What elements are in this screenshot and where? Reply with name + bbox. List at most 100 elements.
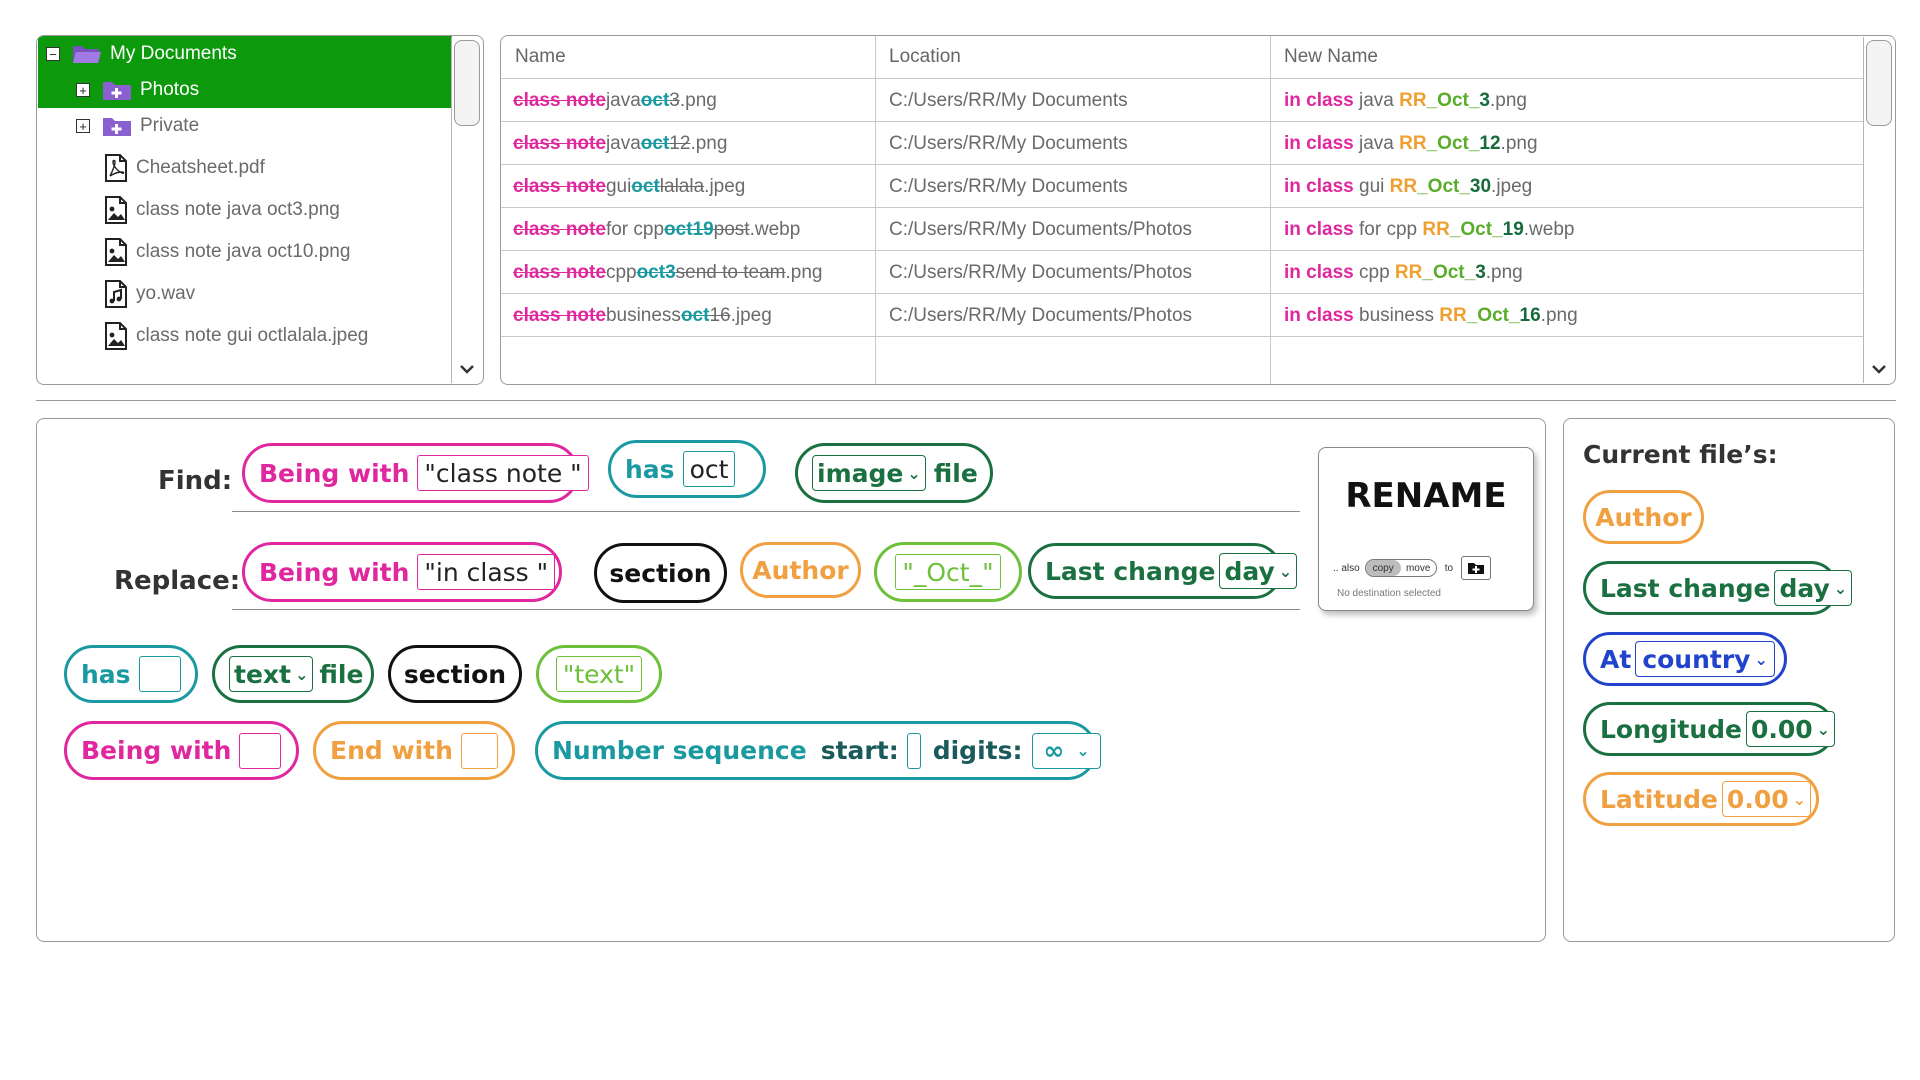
literal-part: _Oct_ <box>1426 132 1480 154</box>
current-last-change-chip[interactable]: Last change day ⌄ <box>1583 561 1853 615</box>
table-row[interactable]: class note cpp oct3 send to team.png C:/U… <box>501 250 1865 294</box>
palette-begin-input[interactable] <box>239 732 282 769</box>
column-header-new-name[interactable]: New Name <box>1270 36 1844 78</box>
chip-label: At <box>1600 644 1632 674</box>
removed-text: 12.png <box>669 133 727 155</box>
chip-label: file <box>319 659 364 689</box>
extension: .png <box>1489 89 1527 111</box>
tree-item[interactable]: Cheatsheet.pdf <box>38 150 452 186</box>
current-longitude-select[interactable]: 0.00 ⌄ <box>1745 711 1836 747</box>
palette-text-literal-chip[interactable]: "text" <box>536 645 662 703</box>
palette-end-input[interactable] <box>460 732 498 769</box>
palette-has-input[interactable] <box>138 656 181 692</box>
rename-button[interactable]: RENAME .. also copy move to No destinati… <box>1318 447 1534 611</box>
new-prefix: in class <box>1284 175 1354 197</box>
digits-select[interactable]: ∞ ⌄ <box>1032 732 1101 769</box>
palette-file-type-chip[interactable]: text ⌄ file <box>212 645 374 703</box>
replace-text-literal-chip[interactable]: "_Oct_" <box>874 542 1022 602</box>
column-header-location[interactable]: Location <box>875 36 1284 78</box>
matched-contains: oct3 <box>636 261 676 283</box>
tree-item[interactable]: + Photos <box>38 72 452 108</box>
select-value: text <box>234 659 291 689</box>
tree-item-label: Private <box>140 115 200 136</box>
cell-name: class note business oct 16.jpeg <box>513 294 772 337</box>
digits-label: digits: <box>932 736 1023 765</box>
tree-item[interactable]: class note java oct3.png <box>38 192 452 228</box>
replace-section-chip[interactable]: section <box>594 543 727 603</box>
removed-part: 3 <box>669 89 680 111</box>
current-author-chip[interactable]: Author <box>1583 490 1704 544</box>
current-last-change-select[interactable]: day ⌄ <box>1774 570 1853 606</box>
new-prefix: in class <box>1284 132 1354 154</box>
tree-item[interactable]: − My Documents <box>38 36 452 72</box>
tree-item[interactable]: yo.wav <box>38 276 452 312</box>
day-part: 30 <box>1469 175 1492 197</box>
cell-name: class note for cpp oct19 post.webp <box>513 208 800 251</box>
file-type-select[interactable]: image ⌄ <box>812 455 926 491</box>
chip-label: Being with <box>81 736 232 765</box>
sequence-start-input[interactable] <box>906 732 921 769</box>
table-row[interactable]: class note business oct 16.jpeg C:/Users/R… <box>501 293 1865 337</box>
table-row[interactable]: class note for cpp oct19 post.webp C:/Use… <box>501 207 1865 251</box>
palette-has-chip[interactable]: has <box>64 645 198 703</box>
collapse-icon[interactable]: − <box>46 47 60 61</box>
expand-icon[interactable]: + <box>76 119 90 133</box>
tree-scrollbar[interactable] <box>451 37 482 383</box>
table-row[interactable]: class note gui oct lalala.jpeg C:/Users/RR… <box>501 164 1865 208</box>
find-has-value-input[interactable]: oct <box>682 451 736 487</box>
header-label: Location <box>889 46 961 67</box>
palette-end-with-chip[interactable]: End with <box>313 721 515 780</box>
find-begin-value-input[interactable]: "class note " <box>417 455 589 491</box>
find-file-type-chip[interactable]: image ⌄ file <box>795 443 993 503</box>
replace-text-literal-input[interactable]: "_Oct_" <box>895 554 1001 590</box>
chip-label: Last change <box>1045 556 1216 586</box>
day-part: 12 <box>1479 132 1501 154</box>
replace-author-chip[interactable]: Author <box>740 542 861 598</box>
literal-part: _Oct_ <box>1422 261 1476 283</box>
kept-text: cpp <box>1353 261 1395 283</box>
copy-move-toggle[interactable]: copy move <box>1364 559 1437 577</box>
palette-section-chip[interactable]: section <box>388 645 522 703</box>
replace-last-change-chip[interactable]: Last change day ⌄ <box>1028 543 1298 599</box>
table-scrollbar[interactable] <box>1863 37 1894 383</box>
current-longitude-chip[interactable]: Longitude 0.00 ⌄ <box>1583 702 1836 756</box>
chevron-down-icon[interactable] <box>452 359 482 379</box>
select-value: ∞ <box>1043 736 1065 765</box>
palette-file-type-select[interactable]: text ⌄ <box>229 656 314 692</box>
expand-icon[interactable]: + <box>76 83 90 97</box>
palette-begin-with-chip[interactable]: Being with <box>64 721 299 780</box>
select-value: day <box>1779 573 1830 603</box>
folder-add-icon[interactable] <box>1461 556 1492 580</box>
current-latitude-select[interactable]: 0.00 ⌄ <box>1721 781 1812 817</box>
tree-item[interactable]: class note java oct10.png <box>38 234 452 270</box>
file-type-value: image <box>817 458 904 488</box>
removed-text: lalala.jpeg <box>660 176 746 198</box>
palette-number-sequence-chip[interactable]: Number sequence start: digits: ∞ ⌄ <box>535 721 1101 780</box>
chevron-down-icon[interactable] <box>1864 359 1894 379</box>
move-option[interactable]: move <box>1401 560 1436 576</box>
replace-begin-with-chip[interactable]: Being with "in class " <box>242 542 562 602</box>
kept-text: for cpp <box>605 218 665 240</box>
copy-option[interactable]: copy <box>1365 560 1401 576</box>
extension: .jpeg <box>730 304 772 326</box>
palette-text-literal-input[interactable]: "text" <box>555 656 643 692</box>
table-row[interactable]: class note java oct 3.png C:/Users/RR/My D… <box>501 78 1865 122</box>
find-has-chip[interactable]: has oct <box>608 440 766 498</box>
chevron-down-icon: ⌄ <box>1278 561 1293 581</box>
current-latitude-chip[interactable]: Latitude 0.00 ⌄ <box>1583 772 1819 826</box>
kept-text: java <box>605 89 641 111</box>
table-row[interactable]: class note java oct 12.png C:/Users/RR/My … <box>501 121 1865 165</box>
kept-text: gui <box>605 175 632 197</box>
find-begin-with-chip[interactable]: Being with "class note " <box>242 443 589 503</box>
column-header-name[interactable]: Name <box>501 36 889 78</box>
current-at-select[interactable]: country ⌄ <box>1635 641 1775 677</box>
last-change-unit-select[interactable]: day ⌄ <box>1219 553 1298 589</box>
replace-begin-value-input[interactable]: "in class " <box>417 554 556 590</box>
current-at-chip[interactable]: At country ⌄ <box>1583 632 1787 686</box>
table-scroll-thumb[interactable] <box>1866 40 1892 126</box>
tree-scroll-thumb[interactable] <box>454 40 480 126</box>
tree-item[interactable]: class note gui octlalala.jpeg <box>38 318 452 354</box>
extension: .jpeg <box>1491 175 1533 197</box>
author-part: RR <box>1389 175 1418 197</box>
tree-item[interactable]: + Private <box>38 108 452 144</box>
